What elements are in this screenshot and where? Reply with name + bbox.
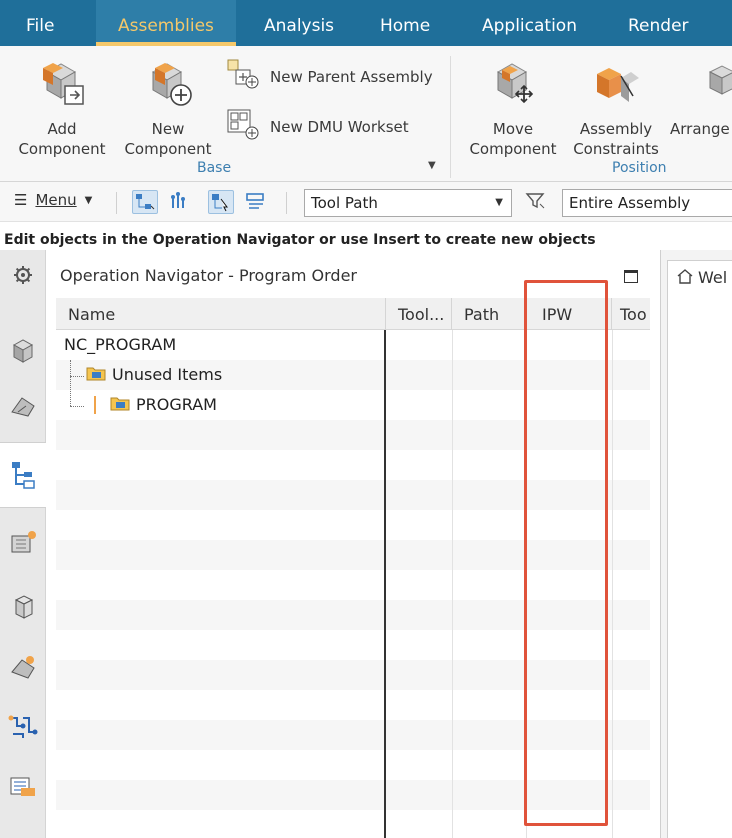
reuse-library-icon[interactable] — [0, 574, 46, 640]
position-group-label: Position — [612, 160, 667, 176]
home-icon — [676, 267, 694, 289]
tab-assemblies[interactable]: Assemblies — [96, 0, 236, 46]
move-component-button[interactable]: Move Component — [462, 58, 564, 159]
new-component-icon — [118, 58, 218, 113]
assembly-constraints-button[interactable]: Assembly Constraints — [568, 58, 664, 159]
assembly-constraints-icon — [568, 58, 664, 113]
new-parent-assembly-button[interactable]: New Parent Assembly — [226, 58, 433, 96]
part-navigator-icon[interactable] — [0, 374, 46, 440]
move-component-label-1: Move — [492, 120, 534, 138]
ribbon: Add Component New Component New Parent A… — [0, 46, 732, 182]
process-sequence-icon[interactable] — [0, 694, 46, 760]
tree-connector — [70, 376, 71, 406]
scope-dropdown[interactable]: Entire Assembly — [562, 189, 732, 217]
assembly-constraints-label-2: Constraints — [573, 140, 659, 158]
manufacturing-feature-icon[interactable] — [0, 634, 46, 700]
toolbar-separator — [116, 192, 117, 214]
menu-button-label: Menu — [35, 191, 77, 209]
arrange-label: Arrange — [670, 120, 730, 138]
column-divider — [612, 330, 613, 838]
arrange-icon — [704, 58, 732, 113]
tab-file[interactable]: File — [4, 0, 76, 46]
new-dmu-workset-button[interactable]: New DMU Workset — [226, 108, 409, 146]
new-dmu-workset-label: New DMU Workset — [270, 118, 409, 136]
new-parent-assembly-label: New Parent Assembly — [270, 68, 433, 86]
status-prompt: Edit objects in the Operation Navigator … — [0, 222, 732, 250]
filter-icon[interactable] — [524, 190, 550, 214]
add-component-label-2: Component — [18, 140, 106, 158]
column-divider — [452, 330, 453, 838]
toolbar-separator — [286, 192, 287, 214]
maximize-icon[interactable] — [624, 270, 638, 283]
ribbon-tab-bar: File Assemblies Analysis Home Applicatio… — [0, 0, 732, 46]
type-filter-value: Tool Path — [311, 194, 378, 212]
nx-window: File Assemblies Analysis Home Applicatio… — [0, 0, 732, 838]
new-dmu-workset-icon — [226, 108, 262, 146]
column-header-name[interactable]: Name — [56, 298, 386, 330]
arrange-button[interactable]: Arrange — [670, 58, 732, 139]
hamburger-icon: ☰ — [14, 191, 28, 209]
move-component-label-2: Component — [469, 140, 557, 158]
resource-bar — [0, 250, 46, 838]
new-parent-assembly-icon — [226, 58, 262, 96]
row-name-program: PROGRAM — [136, 395, 217, 414]
add-component-label-1: Add — [47, 120, 77, 138]
move-component-icon — [462, 58, 564, 113]
column-divider[interactable] — [384, 330, 386, 838]
tab-application[interactable]: Application — [460, 0, 599, 46]
welcome-page-tab[interactable]: Wel — [667, 260, 732, 294]
tree-connector — [70, 376, 84, 377]
tab-home[interactable]: Home — [358, 0, 452, 46]
new-component-button[interactable]: New Component — [118, 58, 218, 159]
base-group-dropdown-icon[interactable]: ▼ — [428, 160, 436, 171]
graphics-window-area: Wel — [660, 250, 732, 838]
type-filter-dropdown[interactable]: Tool Path ▼ — [304, 189, 512, 217]
tree-connector — [70, 406, 84, 407]
new-component-label-2: Component — [124, 140, 212, 158]
new-component-label-1: New — [151, 120, 185, 138]
ribbon-group-separator — [450, 56, 451, 178]
machine-tool-navigator-icon[interactable] — [0, 510, 46, 576]
menu-dropdown-icon: ▼ — [84, 194, 93, 206]
column-header-tool-2[interactable]: Too — [612, 298, 650, 330]
ipw-column-highlight — [524, 280, 608, 826]
scope-value: Entire Assembly — [569, 194, 691, 212]
panel-title: Operation Navigator - Program Order — [60, 266, 358, 285]
add-component-icon — [14, 58, 110, 113]
welcome-tab-label: Wel — [698, 268, 728, 287]
output-list-icon[interactable] — [0, 754, 46, 820]
machine-tool-view-icon[interactable] — [168, 190, 194, 214]
add-component-button[interactable]: Add Component — [14, 58, 110, 159]
base-group-label: Base — [197, 160, 232, 176]
row-name-unused-items: Unused Items — [112, 365, 223, 384]
settings-gear-icon[interactable] — [0, 250, 46, 300]
welcome-page-body — [667, 294, 732, 838]
row-unused-items: Unused Items — [86, 360, 222, 390]
tab-analysis[interactable]: Analysis — [242, 0, 356, 46]
command-toolbar: ☰ Menu ▼ Tool Path ▼ Entire Assembly — [0, 182, 732, 222]
folder-icon — [86, 361, 106, 391]
assembly-constraints-label-1: Assembly — [579, 120, 653, 138]
column-header-tool[interactable]: Tool... — [386, 298, 452, 330]
program-order-view-icon[interactable] — [132, 190, 158, 214]
tree-connector — [70, 360, 71, 376]
tab-render[interactable]: Render — [606, 0, 711, 46]
operation-navigator-icon[interactable] — [0, 442, 46, 508]
chevron-down-icon: ▼ — [495, 197, 503, 208]
row-name-nc-program: NC_PROGRAM — [64, 335, 177, 354]
column-header-path[interactable]: Path — [452, 298, 526, 330]
status-bar-marker — [94, 396, 96, 414]
machining-method-view-icon[interactable] — [244, 190, 270, 214]
menu-button[interactable]: ☰ Menu ▼ — [14, 191, 92, 209]
folder-icon — [110, 391, 130, 421]
row-program: PROGRAM — [110, 390, 217, 420]
geometry-view-icon[interactable] — [208, 190, 234, 214]
